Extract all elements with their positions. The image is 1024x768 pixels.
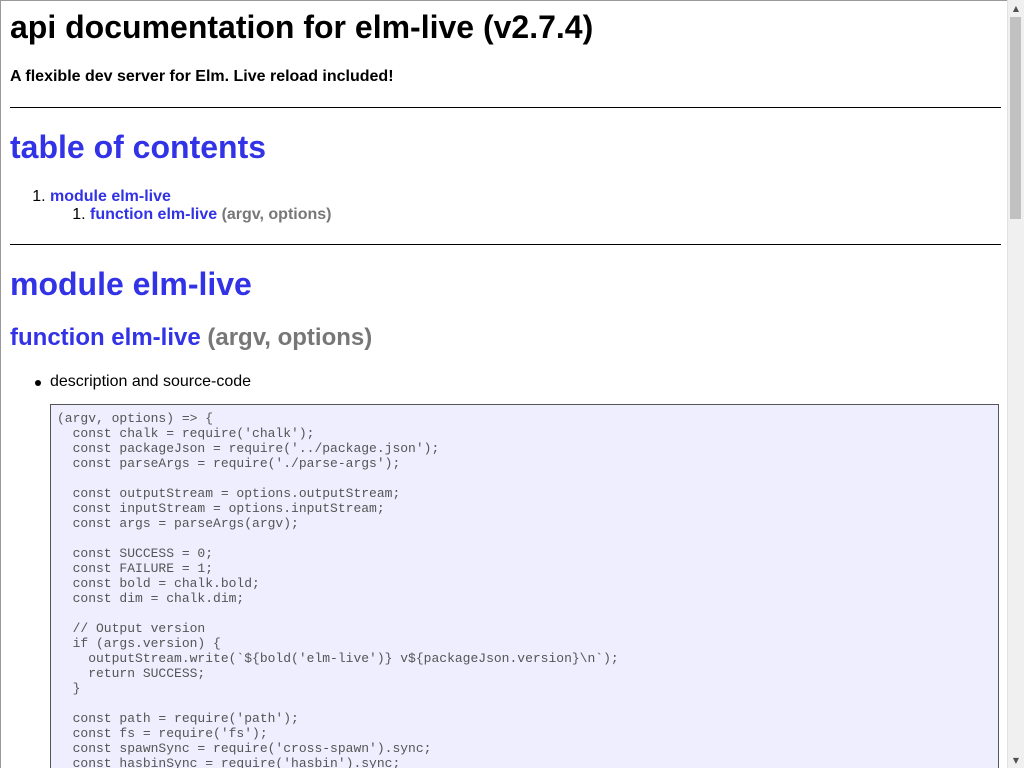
function-args: (argv, options) [207,324,373,351]
toc-subitem-number-text: 1. [72,206,86,223]
toc-item-number: 1. [10,188,50,206]
toc-list: 1. module elm-live 1. function elm-live … [10,188,332,224]
vertical-scrollbar[interactable]: ▲ ▼ [1007,0,1024,768]
source-code-block: (argv, options) => { const chalk = requi… [50,404,999,768]
scrollbar-thumb[interactable] [1010,17,1021,219]
toc-function-args: (argv, options) [221,206,332,223]
toc-item-function: 1. function elm-live (argv, options) [10,206,332,224]
toc-item-module: 1. module elm-live [10,188,332,206]
document-frame: api documentation for elm-live (v2.7.4) … [0,0,1008,768]
triangle-up-icon[interactable]: ▲ [1008,0,1024,16]
function-heading: function elm-live (argv, options) [10,324,372,352]
source-code: (argv, options) => { const chalk = requi… [57,411,619,768]
divider [10,107,1001,108]
toc-heading: table of contents [10,129,267,165]
module-heading: module elm-live [10,266,252,302]
bullet-icon [35,380,41,386]
toc-link-function-elm-live[interactable]: function elm-live [90,206,217,223]
page-title: api documentation for elm-live (v2.7.4) [10,9,594,45]
toc-link-module-elm-live[interactable]: module elm-live [50,188,171,205]
page-subtitle: A flexible dev server for Elm. Live relo… [10,68,394,85]
description-label: description and source-code [50,373,252,390]
triangle-down-icon[interactable]: ▼ [1008,752,1024,768]
function-name: function elm-live [10,324,201,351]
toc-subitem-number: 1. [50,206,90,224]
divider [10,244,1001,245]
toc-item-number-text: 1. [32,188,46,205]
